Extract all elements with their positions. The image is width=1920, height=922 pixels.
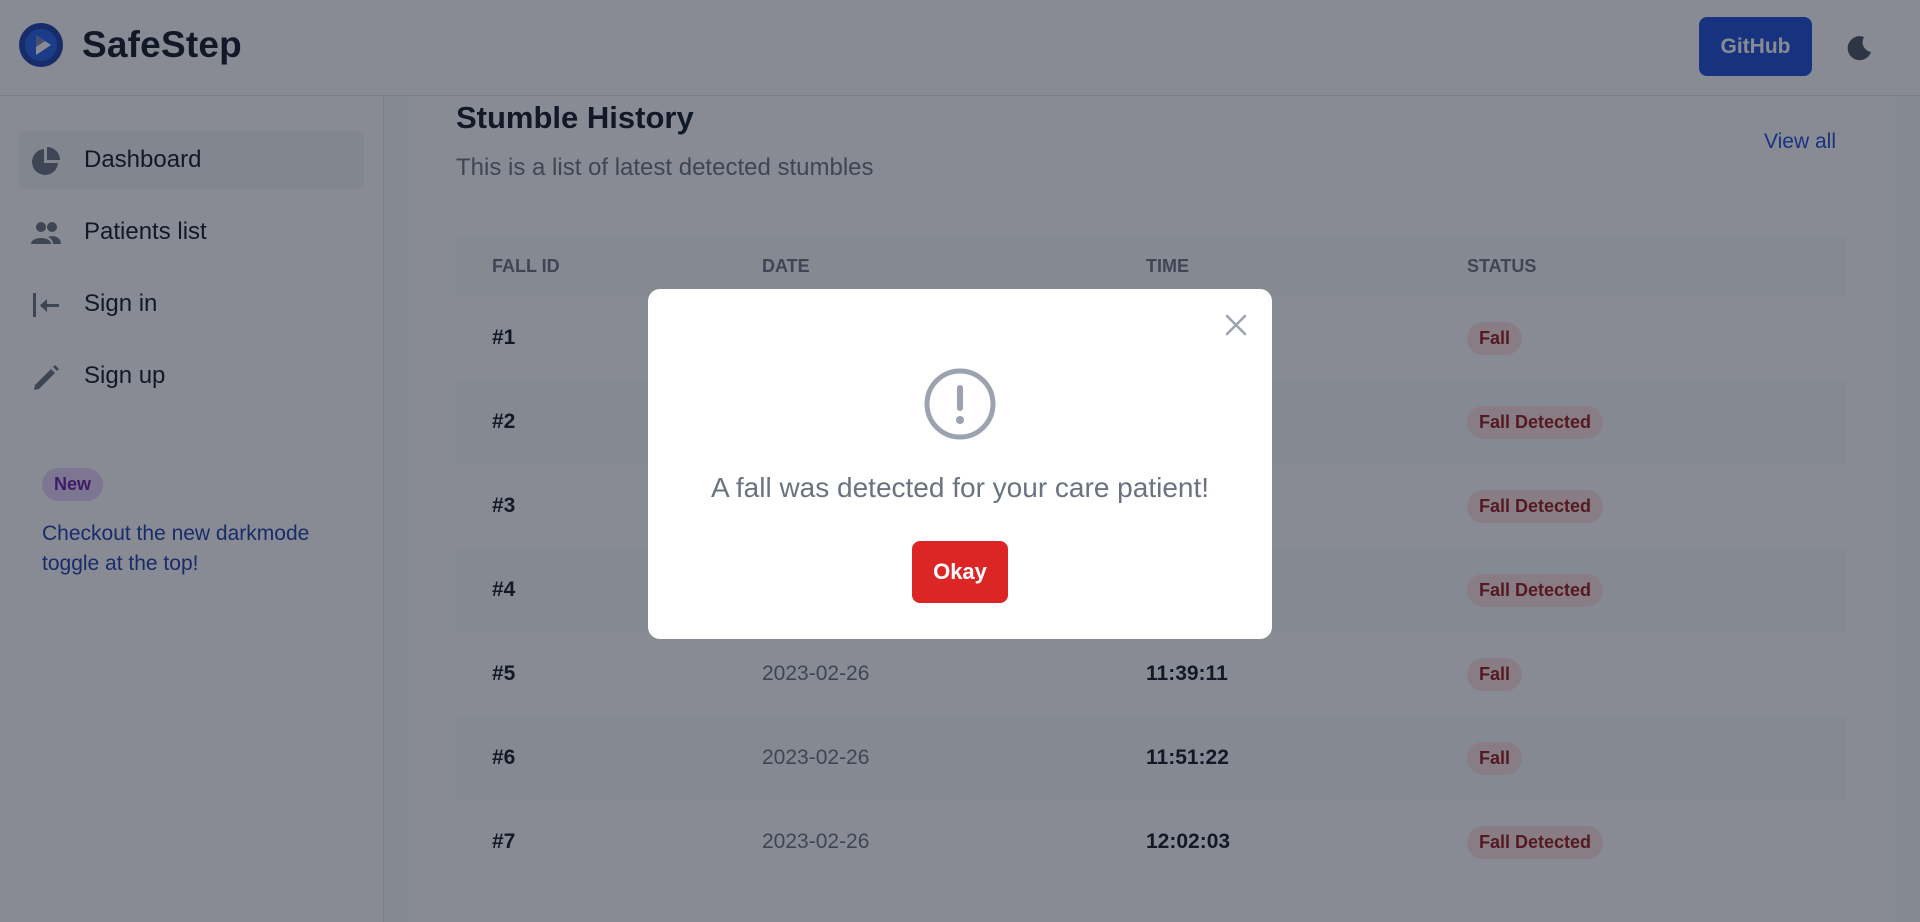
alert-modal: A fall was detected for your care patien… xyxy=(648,289,1272,639)
okay-button[interactable]: Okay xyxy=(912,541,1008,603)
exclamation-circle-icon xyxy=(924,368,996,440)
modal-message: A fall was detected for your care patien… xyxy=(710,472,1210,503)
modal-backdrop[interactable]: A fall was detected for your care patien… xyxy=(0,0,1920,922)
close-icon[interactable] xyxy=(1222,311,1250,339)
